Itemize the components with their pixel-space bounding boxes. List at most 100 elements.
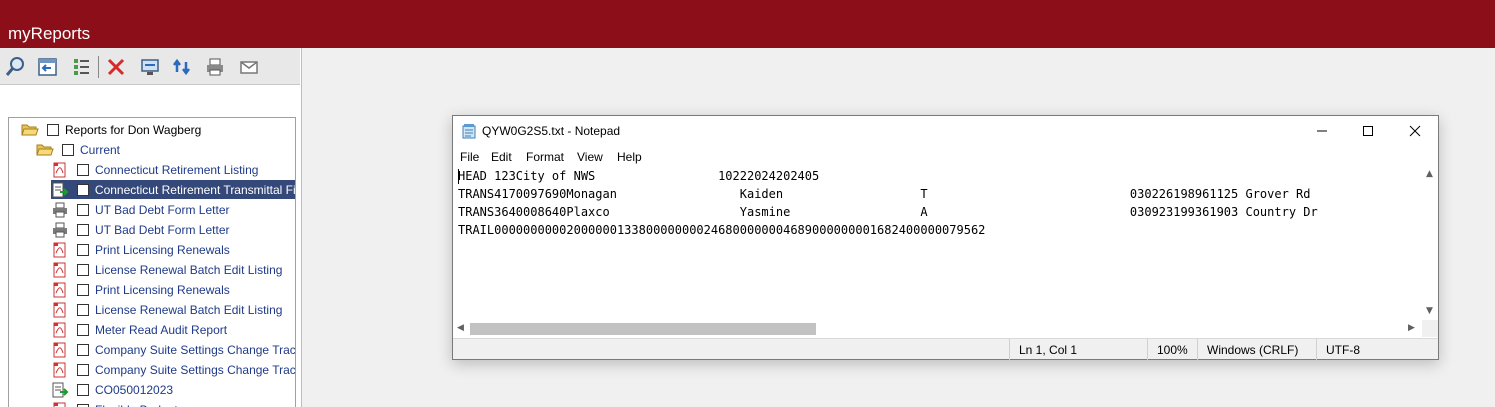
- tree-item-label: License Renewal Batch Edit Listing: [95, 262, 283, 277]
- maximize-icon: [1363, 126, 1373, 136]
- pdf-icon: [51, 302, 69, 318]
- tree-root-label: Reports for Don Wagberg: [65, 122, 202, 137]
- list-icon[interactable]: [69, 56, 93, 78]
- menu-file[interactable]: File: [460, 150, 479, 164]
- tree-item[interactable]: Meter Read Audit Report: [51, 320, 227, 339]
- tree-item[interactable]: Connecticut Retirement Listing: [51, 160, 258, 179]
- notepad-title: QYW0G2S5.txt - Notepad: [482, 124, 621, 138]
- tree-item-checkbox[interactable]: [77, 323, 89, 336]
- notepad-icon: [462, 124, 476, 139]
- printer-icon: [51, 202, 69, 218]
- tree-folder-current[interactable]: Current: [36, 140, 120, 159]
- tree-item[interactable]: Connecticut Retirement Transmittal File: [51, 180, 296, 199]
- text-line: HEAD 123City of NWS 10222024202405: [458, 169, 820, 183]
- pdf-icon: [51, 262, 69, 278]
- tree-item-label: UT Bad Debt Form Letter: [95, 222, 230, 237]
- text-caret: [458, 169, 459, 184]
- notepad-window: QYW0G2S5.txt - Notepad File Edit Format …: [452, 115, 1439, 360]
- app-title: myReports: [8, 24, 91, 43]
- status-zoom: 100%: [1147, 339, 1197, 360]
- import-icon[interactable]: [35, 56, 59, 78]
- notepad-title-bar: QYW0G2S5.txt - Notepad: [453, 116, 1438, 146]
- tree-item-checkbox[interactable]: [77, 223, 89, 236]
- menu-help[interactable]: Help: [617, 150, 642, 164]
- text-line: TRANS4170097690Monagan Kaiden T 03022619…: [458, 187, 1311, 201]
- vertical-scrollbar[interactable]: ▲ ▼: [1422, 167, 1438, 320]
- pdf-icon: [51, 242, 69, 258]
- folder-open-icon: [21, 122, 39, 138]
- menu-view[interactable]: View: [577, 150, 603, 164]
- tree-item-checkbox[interactable]: [77, 283, 89, 296]
- tree-item[interactable]: Company Suite Settings Change Tracking: [51, 340, 296, 359]
- pdf-icon: [51, 402, 69, 407]
- refresh-icon[interactable]: [170, 56, 194, 78]
- text-export-icon: [51, 182, 69, 198]
- scroll-down-icon[interactable]: ▼: [1426, 306, 1433, 316]
- tree-item[interactable]: UT Bad Debt Form Letter: [51, 220, 230, 239]
- search-icon[interactable]: [3, 56, 27, 78]
- horizontal-scroll-thumb[interactable]: [470, 323, 816, 335]
- status-position: Ln 1, Col 1: [1009, 339, 1147, 360]
- tree-item[interactable]: License Renewal Batch Edit Listing: [51, 260, 282, 279]
- tree-folder-checkbox[interactable]: [62, 143, 74, 156]
- email-icon[interactable]: [237, 56, 261, 78]
- tree-item-checkbox[interactable]: [77, 203, 89, 216]
- pdf-icon: [51, 162, 69, 178]
- tree-item-checkbox[interactable]: [77, 343, 89, 356]
- tree-item[interactable]: UT Bad Debt Form Letter: [51, 200, 230, 219]
- menu-edit[interactable]: Edit: [491, 150, 512, 164]
- text-line: TRANS3640008640Plaxco Yasmine A 03092319…: [458, 205, 1318, 219]
- text-editor[interactable]: HEAD 123City of NWS 10222024202405 TRANS4…: [453, 167, 1422, 320]
- tree-item-label: Flexible Budget: [95, 403, 178, 407]
- minimize-button[interactable]: [1299, 116, 1345, 146]
- tree-root-checkbox[interactable]: [47, 123, 59, 136]
- tree-item[interactable]: Print Licensing Renewals: [51, 240, 230, 259]
- status-bar: Ln 1, Col 1 100% Windows (CRLF) UTF-8: [453, 338, 1438, 360]
- tree-item-checkbox[interactable]: [77, 383, 89, 396]
- print-icon[interactable]: [203, 56, 227, 78]
- tree-item-label: UT Bad Debt Form Letter: [95, 202, 230, 217]
- app-title-bar: myReports: [0, 0, 1495, 48]
- tree-item-checkbox[interactable]: [77, 163, 89, 176]
- scroll-left-icon[interactable]: ◀: [457, 323, 464, 333]
- pdf-icon: [51, 282, 69, 298]
- close-button[interactable]: [1392, 116, 1438, 146]
- tree-item[interactable]: License Renewal Batch Edit Listing: [51, 300, 282, 319]
- minimize-icon: [1317, 130, 1327, 132]
- tree-item-checkbox[interactable]: [77, 243, 89, 256]
- horizontal-scrollbar[interactable]: ◀ ▶: [453, 320, 1422, 337]
- tree-item-label: Connecticut Retirement Transmittal File: [94, 182, 296, 197]
- tree-item[interactable]: Print Licensing Renewals: [51, 280, 230, 299]
- menu-format[interactable]: Format: [526, 150, 564, 164]
- tree-item[interactable]: Company Suite Settings Change Tracking: [51, 360, 295, 379]
- status-encoding: UTF-8: [1316, 339, 1438, 360]
- scroll-right-icon[interactable]: ▶: [1408, 323, 1415, 333]
- folder-open-icon: [36, 142, 54, 158]
- tree-item-checkbox[interactable]: [77, 303, 89, 316]
- tree-item[interactable]: CO050012023: [51, 380, 173, 399]
- toolbar-separator: [98, 56, 99, 78]
- scrollbar-corner: [1422, 320, 1438, 337]
- tree-item-label: Print Licensing Renewals: [95, 242, 230, 257]
- report-pane: Reports for Don Wagberg Current Connecti…: [0, 48, 302, 407]
- tree-item-checkbox[interactable]: [77, 363, 89, 376]
- text-line: TRAIL00000000002000000133800000000246800…: [458, 223, 986, 237]
- pdf-icon: [51, 342, 69, 358]
- tree-item-checkbox[interactable]: [77, 183, 89, 196]
- pdf-icon: [51, 322, 69, 338]
- tree-item-label: Print Licensing Renewals: [95, 282, 230, 297]
- scroll-up-icon[interactable]: ▲: [1426, 169, 1433, 179]
- monitor-icon[interactable]: [138, 56, 162, 78]
- tree-item-label: License Renewal Batch Edit Listing: [95, 302, 283, 317]
- tree-item[interactable]: Flexible Budget: [51, 400, 178, 407]
- delete-icon[interactable]: [104, 56, 128, 78]
- pdf-icon: [51, 362, 69, 378]
- tree-folder-label: Current: [80, 142, 121, 157]
- tree-item-label: Company Suite Settings Change Tracking: [95, 342, 296, 357]
- text-export-icon: [51, 382, 69, 398]
- maximize-button[interactable]: [1345, 116, 1391, 146]
- tree-item-label: Meter Read Audit Report: [95, 322, 228, 337]
- tree-item-checkbox[interactable]: [77, 263, 89, 276]
- tree-root[interactable]: Reports for Don Wagberg: [21, 120, 201, 139]
- tree-item-checkbox[interactable]: [77, 403, 89, 407]
